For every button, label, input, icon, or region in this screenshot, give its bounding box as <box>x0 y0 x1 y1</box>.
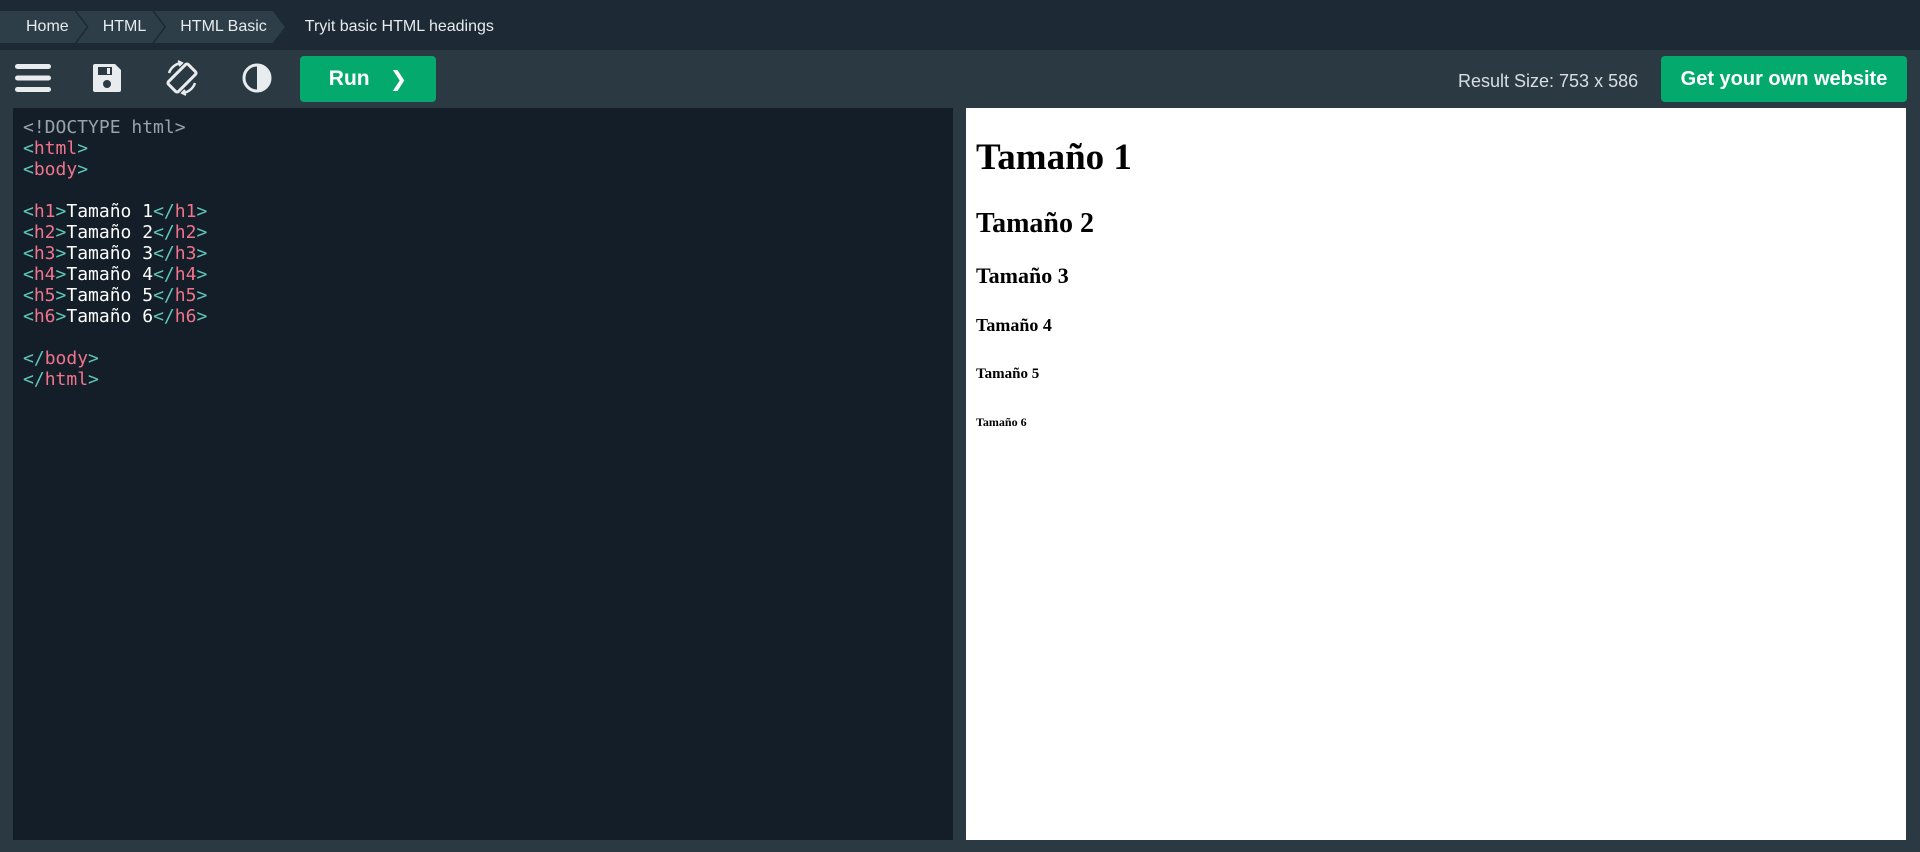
code-token: > <box>196 285 208 306</box>
result-heading-5: Tamaño 5 <box>976 366 1040 382</box>
code-token: </ <box>153 285 175 306</box>
code-token: < <box>23 138 34 159</box>
code-token: h4 <box>33 264 56 285</box>
code-line: <h4>Tamaño 4</h4> <box>23 264 953 285</box>
code-line: <h6>Tamaño 6</h6> <box>23 306 953 327</box>
code-token: <!DOCTYPE html> <box>23 117 186 138</box>
code-token: > <box>88 369 99 390</box>
code-token: </ <box>153 222 175 243</box>
code-token: > <box>55 306 67 327</box>
code-content: <!DOCTYPE html> <html> <body> <h1>Tamaño 1… <box>13 108 953 390</box>
code-token: Tamaño 2 <box>66 222 154 243</box>
code-token: </ <box>23 369 45 390</box>
code-token: < <box>23 243 34 264</box>
code-token: </ <box>23 348 45 369</box>
code-line: <h1>Tamaño 1</h1> <box>23 201 953 222</box>
code-token: h4 <box>174 264 197 285</box>
breadcrumb-html-basic[interactable]: HTML Basic <box>154 11 285 43</box>
code-token: h5 <box>174 285 197 306</box>
run-label: Run <box>328 67 370 90</box>
code-token: h1 <box>33 201 56 222</box>
breadcrumb-current: Tryit basic HTML headings <box>304 18 494 35</box>
code-token: </ <box>153 264 175 285</box>
code-token: Tamaño 4 <box>66 264 154 285</box>
get-your-own-website-button[interactable]: Get your own website <box>1661 56 1907 102</box>
code-line: <h3>Tamaño 3</h3> <box>23 243 953 264</box>
code-token: h6 <box>174 306 197 327</box>
code-token: < <box>23 222 34 243</box>
code-token: < <box>23 201 34 222</box>
contrast-icon[interactable] <box>235 58 279 98</box>
code-token: </ <box>153 306 175 327</box>
code-token: h3 <box>174 243 197 264</box>
code-line: <!DOCTYPE html> <box>23 117 953 138</box>
code-token: html <box>33 138 78 159</box>
code-token: </ <box>153 243 175 264</box>
code-token: Tamaño 5 <box>66 285 154 306</box>
code-token: Tamaño 1 <box>66 201 154 222</box>
code-token: > <box>55 243 67 264</box>
menu-icon[interactable] <box>11 58 55 98</box>
code-token: h2 <box>174 222 197 243</box>
code-token: h3 <box>33 243 56 264</box>
code-token: > <box>196 306 208 327</box>
code-token: < <box>23 159 34 180</box>
breadcrumb-html[interactable]: HTML <box>77 11 165 43</box>
code-token: > <box>55 222 67 243</box>
code-token: > <box>196 264 208 285</box>
code-token: html <box>44 369 89 390</box>
result-heading-3: Tamaño 3 <box>976 263 1069 288</box>
code-line: </body> <box>23 348 953 369</box>
code-token: > <box>77 159 89 180</box>
code-token: > <box>55 264 67 285</box>
result-heading-6: Tamaño 6 <box>976 415 1027 429</box>
code-token: > <box>196 222 208 243</box>
code-line: </html> <box>23 369 953 390</box>
code-token: > <box>55 201 67 222</box>
code-line: <html> <box>23 138 953 159</box>
run-button[interactable]: Run ❯ <box>300 56 436 102</box>
code-token: < <box>23 285 34 306</box>
code-token: h2 <box>33 222 56 243</box>
code-line: <body> <box>23 159 953 180</box>
code-editor[interactable]: <!DOCTYPE html> <html> <body> <h1>Tamaño 1… <box>13 108 953 840</box>
save-icon[interactable] <box>85 58 129 98</box>
result-size-label: Result Size: 753 x 586 <box>1458 71 1639 91</box>
code-token: Tamaño 3 <box>66 243 154 264</box>
breadcrumb-home[interactable]: Home <box>0 11 87 43</box>
code-token: > <box>196 201 208 222</box>
code-token: body <box>33 159 78 180</box>
code-token: h1 <box>174 201 197 222</box>
code-line: <h5>Tamaño 5</h5> <box>23 285 953 306</box>
code-token: body <box>44 348 89 369</box>
code-token: > <box>196 243 208 264</box>
rotate-icon[interactable] <box>160 58 204 98</box>
code-token: </ <box>153 201 175 222</box>
code-token: > <box>55 285 67 306</box>
toolbar: Run ❯ Result Size: 753 x 586 Get your ow… <box>0 50 1920 106</box>
code-line: <h2>Tamaño 2</h2> <box>23 222 953 243</box>
result-frame: Tamaño 1 Tamaño 2 Tamaño 3 Tamaño 4 Tama… <box>966 108 1906 840</box>
breadcrumb: Home HTML HTML Basic Tryit basic HTML he… <box>0 11 502 43</box>
code-token: < <box>23 306 34 327</box>
result-heading-1: Tamaño 1 <box>976 137 1132 178</box>
code-token: Tamaño 6 <box>66 306 154 327</box>
code-token: h6 <box>33 306 56 327</box>
code-token: < <box>23 264 34 285</box>
breadcrumb-bar: Home HTML HTML Basic Tryit basic HTML he… <box>0 0 1920 50</box>
code-token: > <box>88 348 99 369</box>
code-token: > <box>77 138 89 159</box>
result-heading-2: Tamaño 2 <box>976 208 1095 239</box>
chevron-right-icon: ❯ <box>389 67 408 91</box>
result-heading-4: Tamaño 4 <box>976 315 1052 335</box>
code-token: h5 <box>33 285 56 306</box>
